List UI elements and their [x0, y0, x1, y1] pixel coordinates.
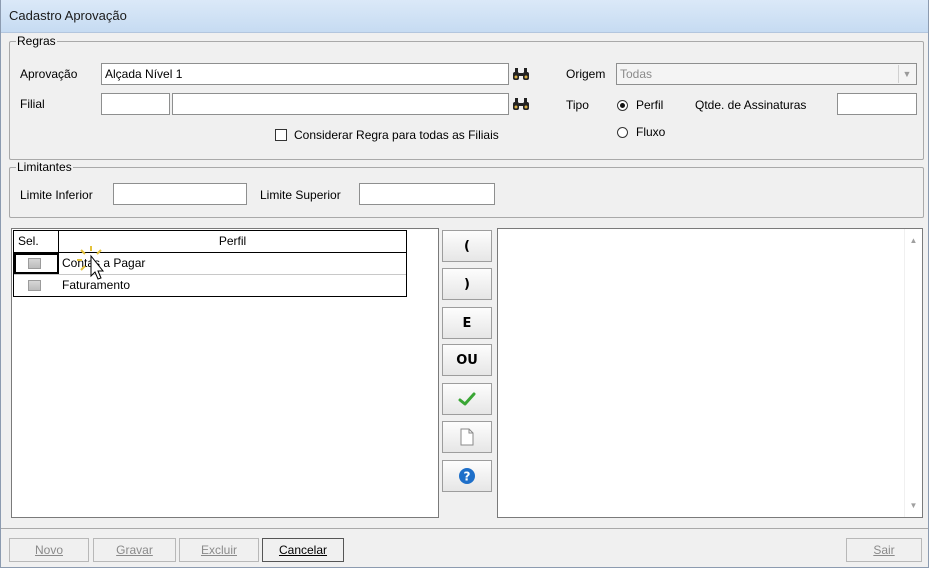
aprovacao-search-button[interactable]	[510, 63, 532, 85]
regras-legend: Regras	[16, 34, 57, 48]
expression-panel[interactable]: ▲ ▼	[497, 228, 923, 518]
origem-select[interactable]: Todas ▼	[616, 63, 917, 85]
check-icon	[458, 392, 476, 406]
help-icon: ?	[459, 468, 475, 484]
col-header-sel[interactable]: Sel.	[14, 231, 59, 252]
origem-value: Todas	[620, 67, 653, 81]
row-select-cell[interactable]	[14, 275, 59, 296]
limite-superior-label: Limite Superior	[260, 188, 341, 202]
tipo-label: Tipo	[566, 98, 589, 112]
perfil-grid: Sel. Perfil Contas a Pagar Faturamento	[13, 230, 407, 297]
tipo-perfil-label: Perfil	[636, 98, 664, 112]
limite-inferior-label: Limite Inferior	[20, 188, 93, 202]
and-operator-button[interactable]: E	[442, 307, 492, 339]
app-window: Cadastro Aprovação Regras Aprovação Alça…	[0, 0, 929, 568]
window-title: Cadastro Aprovação	[9, 8, 127, 23]
aprovacao-input[interactable]: Alçada Nível 1	[101, 63, 509, 85]
tipo-fluxo-label: Fluxo	[636, 125, 666, 139]
novo-button[interactable]: Novo	[9, 538, 89, 562]
sair-button[interactable]: Sair	[846, 538, 922, 562]
scroll-up-icon[interactable]: ▲	[905, 232, 922, 249]
vertical-scrollbar[interactable]: ▲ ▼	[904, 229, 922, 517]
limite-superior-input[interactable]	[359, 183, 495, 205]
scroll-down-icon[interactable]: ▼	[905, 497, 922, 514]
considerar-checkbox[interactable]	[275, 129, 287, 141]
aprovacao-label: Aprovação	[20, 67, 78, 81]
clear-button[interactable]	[442, 421, 492, 453]
filial-label: Filial	[20, 97, 45, 111]
filial-code-input[interactable]	[101, 93, 170, 115]
table-row[interactable]: Contas a Pagar	[14, 253, 406, 274]
help-button[interactable]: ?	[442, 460, 492, 492]
qtde-assinaturas-label: Qtde. de Assinaturas	[695, 98, 807, 112]
origem-label: Origem	[566, 67, 606, 81]
title-bar: Cadastro Aprovação	[1, 0, 928, 33]
considerar-label: Considerar Regra para todas as Filiais	[294, 128, 499, 142]
tipo-fluxo-radio[interactable]	[617, 127, 628, 138]
gravar-button[interactable]: Gravar	[93, 538, 176, 562]
filial-name-input[interactable]	[172, 93, 509, 115]
confirm-button[interactable]	[442, 383, 492, 415]
mouse-cursor-icon	[77, 246, 105, 280]
limitantes-legend: Limitantes	[16, 160, 73, 174]
binoculars-icon	[513, 98, 529, 110]
open-paren-button[interactable]: (	[442, 230, 492, 262]
svg-text:?: ?	[464, 470, 471, 484]
row-select-cell[interactable]	[14, 253, 59, 274]
row-checkbox[interactable]	[28, 258, 41, 269]
grid-header: Sel. Perfil	[14, 231, 406, 253]
table-row[interactable]: Faturamento	[14, 274, 406, 296]
qtde-assinaturas-input[interactable]	[837, 93, 917, 115]
or-operator-button[interactable]: OU	[442, 344, 492, 376]
row-checkbox[interactable]	[28, 280, 41, 291]
excluir-button[interactable]: Excluir	[179, 538, 259, 562]
chevron-down-icon[interactable]: ▼	[898, 65, 915, 83]
tipo-perfil-radio[interactable]	[617, 100, 628, 111]
blank-document-icon	[460, 428, 474, 446]
col-header-perfil[interactable]: Perfil	[59, 231, 406, 252]
binoculars-icon	[513, 68, 529, 80]
close-paren-button[interactable]: )	[442, 268, 492, 300]
perfil-cell[interactable]: Contas a Pagar	[59, 253, 406, 274]
perfil-cell[interactable]: Faturamento	[59, 275, 406, 296]
limite-inferior-input[interactable]	[113, 183, 247, 205]
filial-search-button[interactable]	[510, 93, 532, 115]
cancelar-button[interactable]: Cancelar	[262, 538, 344, 562]
